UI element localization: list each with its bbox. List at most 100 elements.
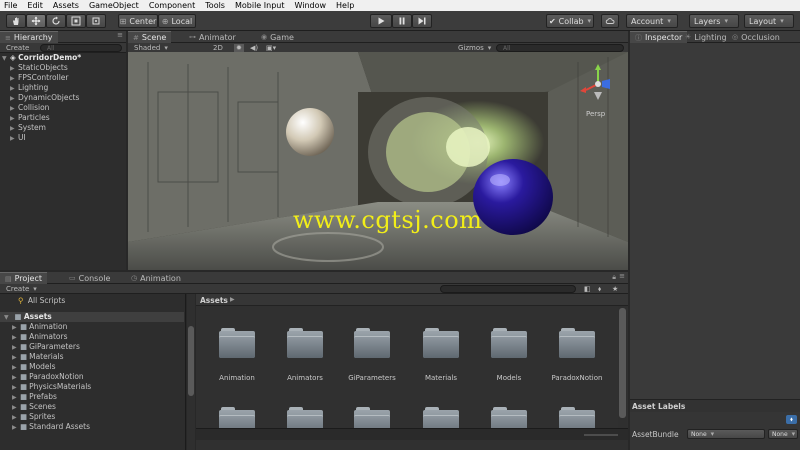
cloud-button[interactable] [601,14,619,28]
rotate-tool-button[interactable] [46,14,66,28]
project-folder-row[interactable]: ▶ ■ Models [4,362,184,372]
menu-component[interactable]: Component [144,1,200,10]
project-folder-row[interactable]: ▶ ■ Prefabs [4,392,184,402]
folder-label[interactable]: GiParameters [337,374,407,382]
folder-icon[interactable] [491,328,527,358]
hierarchy-create-dropdown[interactable]: Create [6,44,29,52]
rect-tool-button[interactable] [86,14,106,28]
scene-search-input[interactable]: All [496,44,624,52]
rotate-icon [52,16,60,25]
filter-label-icon[interactable]: ⬧ [598,285,601,294]
project-folder-row[interactable]: ▶ ■ Animation [4,322,184,332]
tab-project[interactable]: ▤ Project [0,272,47,284]
filter-type-icon[interactable]: ◧ [584,285,591,293]
tab-animator[interactable]: ⊶ Animator [184,31,241,43]
pivot-center-toggle[interactable]: ⊞ Center [118,14,158,28]
animator-tab-label: Animator [199,32,236,42]
tag-icon[interactable]: ⬧ [786,415,797,424]
folder-icon[interactable] [559,328,595,358]
move-tool-button[interactable] [26,14,46,28]
folder-icon[interactable] [423,328,459,358]
panel-menu-icon[interactable]: ≡ [117,31,123,39]
hierarchy-item[interactable]: ▶ Collision [2,103,126,113]
folder-label[interactable]: Animation [202,374,272,382]
project-grid-scrollbar[interactable] [618,306,627,428]
scene-tabs: # Scene ⊶ Animator ◉ Game [128,31,628,43]
hierarchy-item[interactable]: ▶ Lighting [2,83,126,93]
hierarchy-item[interactable]: ▶ FPSController [2,73,126,83]
tab-game[interactable]: ◉ Game [256,31,299,43]
project-tree-scrollbar[interactable] [187,294,195,450]
project-tree-scroll-thumb[interactable] [188,326,194,396]
project-grid-scroll-thumb[interactable] [619,308,626,418]
menu-gameobject[interactable]: GameObject [84,1,144,10]
folder-label[interactable]: ParadoxNotion [542,374,612,382]
hierarchy-item[interactable]: ▶ Particles [2,113,126,123]
scene-viewport[interactable]: Persp [128,52,628,270]
menu-help[interactable]: Help [331,1,359,10]
folder-icon[interactable] [287,328,323,358]
tab-occlusion[interactable]: ◎ Occlusion [727,31,785,43]
collapse-arrow-icon[interactable]: ▶ [10,134,18,144]
tab-hierarchy[interactable]: ≡ Hierarchy [0,31,58,43]
lock-icon[interactable]: 🔒︎ [612,273,616,282]
project-folder-row[interactable]: ▶ ■ ParadoxNotion [4,372,184,382]
pause-button[interactable] [392,14,412,28]
audio-toggle-icon[interactable]: ◀) [250,44,258,52]
effects-toggle-icon[interactable]: ▣▾ [266,44,276,52]
menu-edit[interactable]: Edit [22,1,48,10]
tab-console[interactable]: ▭ Console [64,272,115,284]
asset-bundle-dropdown[interactable]: None [687,429,765,439]
project-folder-row[interactable]: ▶ ■ Standard Assets [4,422,184,432]
hand-tool-button[interactable] [6,14,26,28]
scene-row[interactable]: ▼ ◈ CorridorDemo* [2,53,126,63]
hierarchy-item[interactable]: ▶ DynamicObjects [2,93,126,103]
project-folder-row[interactable]: ▶ ■ Materials [4,352,184,362]
hierarchy-item[interactable]: ▶ System [2,123,126,133]
favorite-all-scripts[interactable]: ⚲ All Scripts [4,296,184,306]
menu-mobile-input[interactable]: Mobile Input [230,1,290,10]
breadcrumb-assets[interactable]: Assets [200,296,228,305]
play-button[interactable] [370,14,392,28]
folder-icon[interactable] [354,328,390,358]
project-folder-row[interactable]: ▶ ■ Scenes [4,402,184,412]
menu-window[interactable]: Window [289,1,331,10]
tab-animation[interactable]: ◷ Animation [126,272,186,284]
layers-dropdown[interactable]: Layers [689,14,739,28]
hierarchy-item[interactable]: ▶ UI [2,133,126,143]
tab-inspector[interactable]: ⓘ Inspector [630,31,688,43]
icon-size-slider[interactable] [584,434,618,436]
assets-root-row[interactable]: ▼ ■ Assets [0,312,184,322]
project-folder-row[interactable]: ▶ ■ PhysicsMaterials [4,382,184,392]
project-create-dropdown[interactable]: Create [6,285,37,293]
space-local-toggle[interactable]: ⊕ Local [158,14,196,28]
account-dropdown[interactable]: Account [626,14,678,28]
folder-label[interactable]: Animators [270,374,340,382]
collapse-arrow-icon[interactable]: ▶ [12,423,20,433]
folder-label[interactable]: Materials [406,374,476,382]
project-panel-menu-icon[interactable]: ≡ [619,272,625,280]
gizmos-dropdown[interactable]: Gizmos [458,44,491,52]
project-folder-row[interactable]: ▶ ■ Sprites [4,412,184,422]
favorite-star-icon[interactable]: ★ [612,285,618,293]
project-folder-row[interactable]: ▶ ■ Animators [4,332,184,342]
mode-2d-toggle[interactable]: 2D [213,44,223,52]
menu-assets[interactable]: Assets [48,1,84,10]
shading-mode-dropdown[interactable]: Shaded [134,44,168,52]
tab-lighting[interactable]: ☀ Lighting [680,31,732,43]
menu-file[interactable]: File [0,1,22,10]
folder-icon[interactable] [219,328,255,358]
folder-label[interactable]: Models [474,374,544,382]
collab-dropdown[interactable]: ✔ Collab [546,14,594,28]
layout-dropdown[interactable]: Layout [744,14,794,28]
asset-variant-dropdown[interactable]: None [768,429,798,439]
hierarchy-item[interactable]: ▶ StaticObjects [2,63,126,73]
lighting-toggle-icon[interactable]: ✹ [234,44,244,52]
hierarchy-search-input[interactable]: All [40,44,122,52]
step-button[interactable] [412,14,432,28]
project-folder-row[interactable]: ▶ ■ GiParameters [4,342,184,352]
menu-tools[interactable]: Tools [200,1,230,10]
scale-tool-button[interactable] [66,14,86,28]
tab-scene[interactable]: # Scene [128,31,172,43]
project-search-input[interactable] [440,285,576,293]
